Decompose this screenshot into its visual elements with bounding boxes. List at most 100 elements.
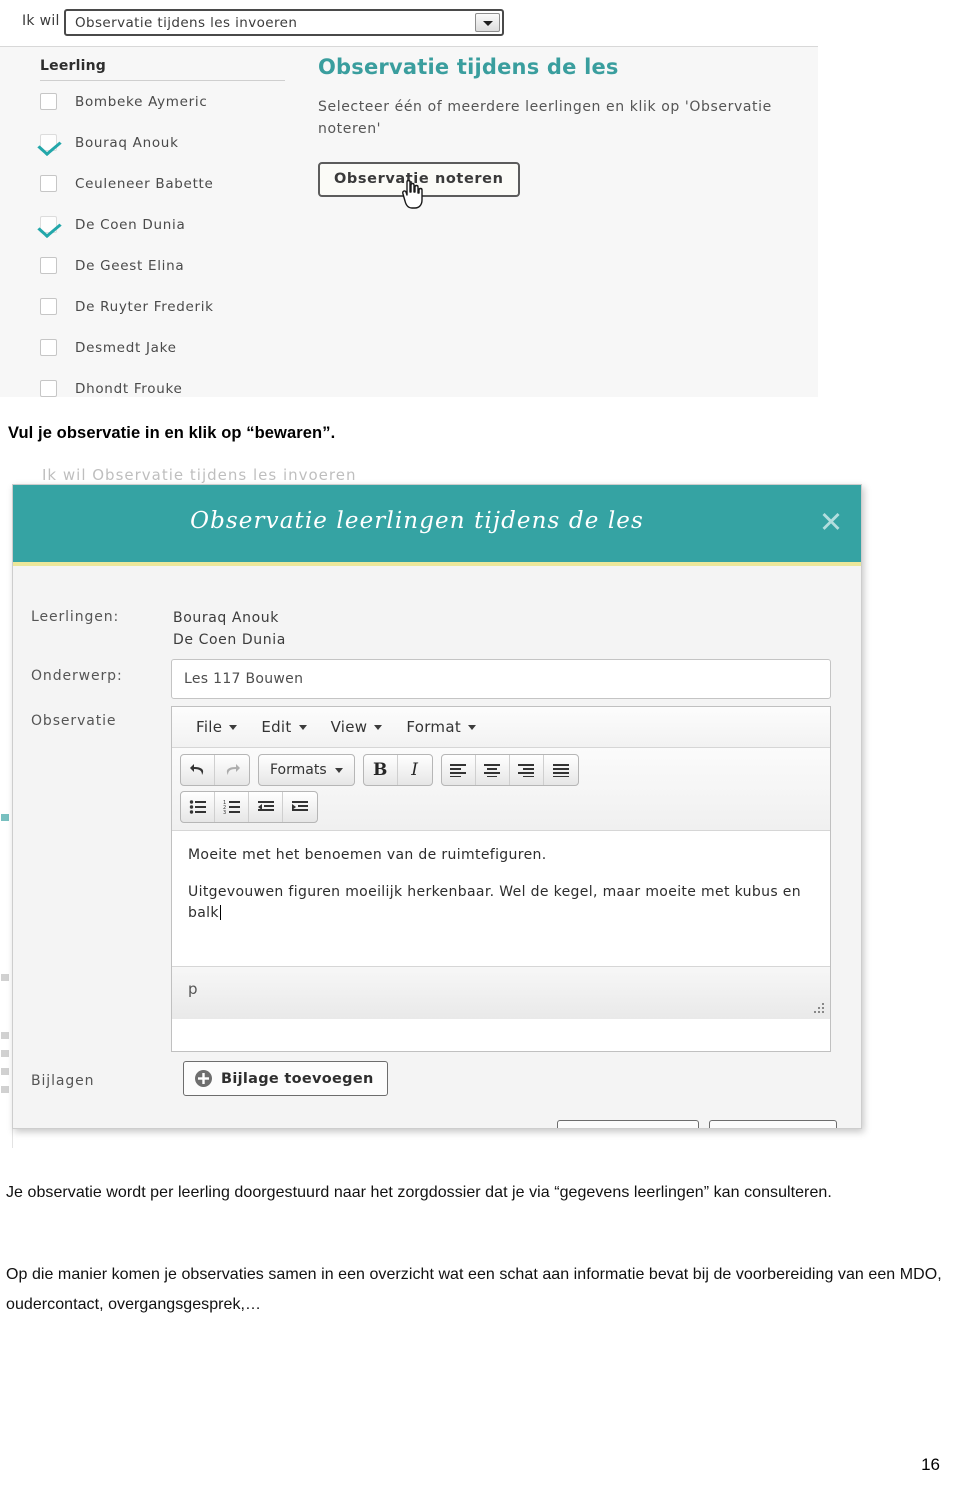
indent-icon[interactable] <box>283 792 317 822</box>
menu-view-label: View <box>330 718 368 736</box>
edge-artifact <box>1 1068 9 1075</box>
body-paragraph-1: Je observatie wordt per leerling doorges… <box>6 1184 832 1201</box>
edge-artifact <box>1 1032 9 1039</box>
add-attachment-label: Bijlage toevoegen <box>221 1070 374 1087</box>
menu-edit[interactable]: Edit <box>249 716 318 738</box>
editor-paragraph-text: Uitgevouwen figuren moeilijk herkenbaar.… <box>188 884 801 921</box>
student-name: De Ruyter Frederik <box>75 298 214 315</box>
undo-icon[interactable] <box>181 755 215 785</box>
selection-screenshot: Ik wil Observatie tijdens les invoeren L… <box>0 0 818 397</box>
student-name: De Geest Elina <box>75 257 185 274</box>
onderwerp-label: Onderwerp: <box>31 668 123 684</box>
text-style-group: B I <box>362 754 433 786</box>
student-name: Bouraq Anouk <box>75 134 179 151</box>
modal-screenshot: Ik wil Observatie tijdens les invoeren O… <box>0 466 880 1148</box>
toolbar-row-1: Formats B I <box>180 754 822 786</box>
action-select[interactable]: Observatie tijdens les invoeren <box>64 9 504 36</box>
student-list: Leerling Bombeke Aymeric Bouraq Anouk Ce… <box>40 58 285 397</box>
save-button[interactable]: Bewaren <box>708 1120 837 1129</box>
list-item[interactable]: De Coen Dunia <box>40 204 285 245</box>
list-item[interactable]: Desmedt Jake <box>40 327 285 368</box>
cancel-button[interactable]: Annuleren <box>556 1120 699 1129</box>
student-list-header: Leerling <box>40 58 285 81</box>
student-name: Desmedt Jake <box>75 339 177 356</box>
student-name: Bombeke Aymeric <box>75 93 208 110</box>
onderwerp-input[interactable]: Les 117 Bouwen <box>171 659 831 699</box>
rich-text-editor: File Edit View Format Formats B I 1 2 3 … <box>171 706 831 1052</box>
modal-body: Leerlingen: Bouraq Anouk De Coen Dunia O… <box>13 566 861 1129</box>
student-checkbox[interactable] <box>40 339 57 356</box>
list-item[interactable]: De Ruyter Frederik <box>40 286 285 327</box>
menu-file[interactable]: File <box>184 716 249 738</box>
student-checkbox[interactable] <box>40 257 57 274</box>
page-title: Observatie tijdens de les <box>318 55 619 79</box>
edge-artifact <box>1 1050 9 1057</box>
modal-title: Observatie leerlingen tijdens de les <box>190 508 644 534</box>
cancel-circle-icon <box>569 1128 588 1129</box>
bold-icon[interactable]: B <box>364 755 398 785</box>
menu-format[interactable]: Format <box>394 716 488 738</box>
student-name: Ceuleneer Babette <box>75 175 214 192</box>
observatie-label: Observatie <box>31 713 117 729</box>
observation-modal: Observatie leerlingen tijdens de les ✕ L… <box>12 484 862 1129</box>
add-attachment-button[interactable]: Bijlage toevoegen <box>183 1061 388 1096</box>
formats-group: Formats <box>258 754 355 786</box>
selected-students-value: Bouraq Anouk De Coen Dunia <box>173 607 286 651</box>
element-path: p <box>188 980 198 998</box>
resize-grip-icon[interactable] <box>813 1002 825 1014</box>
list-item[interactable]: Dhondt Frouke <box>40 368 285 397</box>
student-checkbox[interactable] <box>40 216 57 233</box>
action-select-value: Observatie tijdens les invoeren <box>75 15 298 31</box>
hand-pointer-cursor <box>402 179 423 209</box>
plus-circle-icon <box>195 1070 212 1087</box>
caption-instruction: Vul je observatie in en klik op “bewaren… <box>8 424 336 442</box>
student-checkbox[interactable] <box>40 93 57 110</box>
outdent-icon[interactable] <box>249 792 283 822</box>
redo-icon[interactable] <box>215 755 249 785</box>
modal-header: Observatie leerlingen tijdens de les ✕ <box>13 485 861 566</box>
formats-label: Formats <box>270 762 327 778</box>
close-icon[interactable]: ✕ <box>818 509 844 538</box>
background-toolbar-row: Ik wil Observatie tijdens les invoeren <box>42 466 357 484</box>
student-checkbox[interactable] <box>40 298 57 315</box>
body-paragraph-2: Op die manier komen je observaties samen… <box>6 1266 942 1313</box>
chevron-down-icon <box>229 724 238 730</box>
bijlagen-label: Bijlagen <box>31 1073 95 1089</box>
italic-icon[interactable]: I <box>398 755 432 785</box>
menu-view[interactable]: View <box>319 716 395 738</box>
student-checkbox[interactable] <box>40 134 57 151</box>
editor-menubar: File Edit View Format <box>172 707 830 748</box>
chevron-down-icon[interactable] <box>475 13 500 32</box>
editor-toolbar: Formats B I 1 2 3 <box>172 748 830 831</box>
align-center-icon[interactable] <box>476 755 510 785</box>
text-cursor <box>219 905 221 920</box>
onderwerp-value: Les 117 Bouwen <box>184 671 304 687</box>
list-item[interactable]: Ceuleneer Babette <box>40 163 285 204</box>
align-left-icon[interactable] <box>442 755 476 785</box>
chevron-down-icon <box>374 724 383 730</box>
align-justify-icon[interactable] <box>544 755 578 785</box>
edge-artifact <box>1 814 9 821</box>
align-right-icon[interactable] <box>510 755 544 785</box>
toolbar-row-2: 123 <box>180 791 822 823</box>
chevron-down-icon <box>468 724 477 730</box>
chevron-down-icon <box>334 767 343 773</box>
bullet-list-icon[interactable] <box>181 792 215 822</box>
numbered-list-icon[interactable]: 123 <box>215 792 249 822</box>
menu-format-label: Format <box>406 718 462 736</box>
student-checkbox[interactable] <box>40 380 57 397</box>
italic-label: I <box>411 760 418 780</box>
page-number: 16 <box>921 1455 940 1474</box>
list-item[interactable]: Bouraq Anouk <box>40 122 285 163</box>
selected-student: Bouraq Anouk <box>173 610 279 626</box>
list-item[interactable]: Bombeke Aymeric <box>40 81 285 122</box>
list-item[interactable]: De Geest Elina <box>40 245 285 286</box>
student-name: De Coen Dunia <box>75 216 186 233</box>
save-disk-icon <box>721 1128 740 1129</box>
editor-content-area[interactable]: Moeite met het benoemen van de ruimtefig… <box>172 831 830 1019</box>
student-checkbox[interactable] <box>40 175 57 192</box>
formats-dropdown[interactable]: Formats <box>259 755 354 785</box>
history-group <box>180 754 250 786</box>
modal-footer-buttons: Annuleren Bewaren <box>556 1120 837 1129</box>
list-indent-group: 123 <box>180 791 318 823</box>
